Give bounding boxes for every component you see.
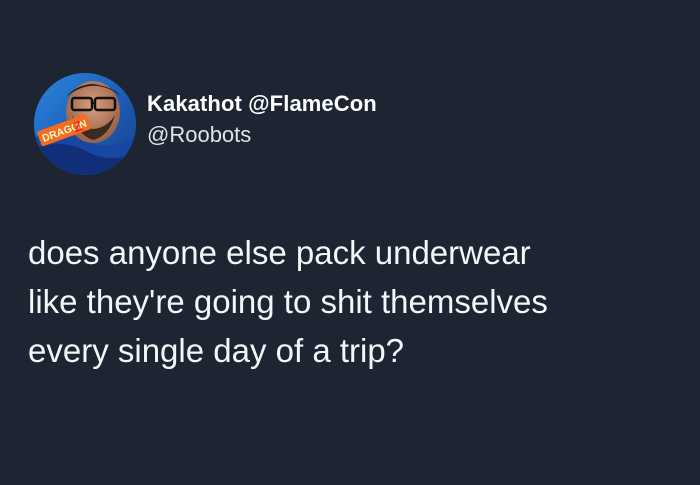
author-info: Kakathot @FlameCon @Roobots — [147, 91, 377, 148]
display-name[interactable]: Kakathot @FlameCon — [147, 91, 377, 117]
tweet-card: DRAGON Z Kakathot @FlameCon @Roobots doe… — [0, 0, 700, 485]
tweet-text: does anyone else pack underwear like the… — [28, 234, 548, 369]
handle[interactable]: @Roobots — [147, 122, 377, 148]
avatar[interactable]: DRAGON Z — [34, 73, 136, 175]
avatar-image: DRAGON Z — [34, 73, 136, 175]
